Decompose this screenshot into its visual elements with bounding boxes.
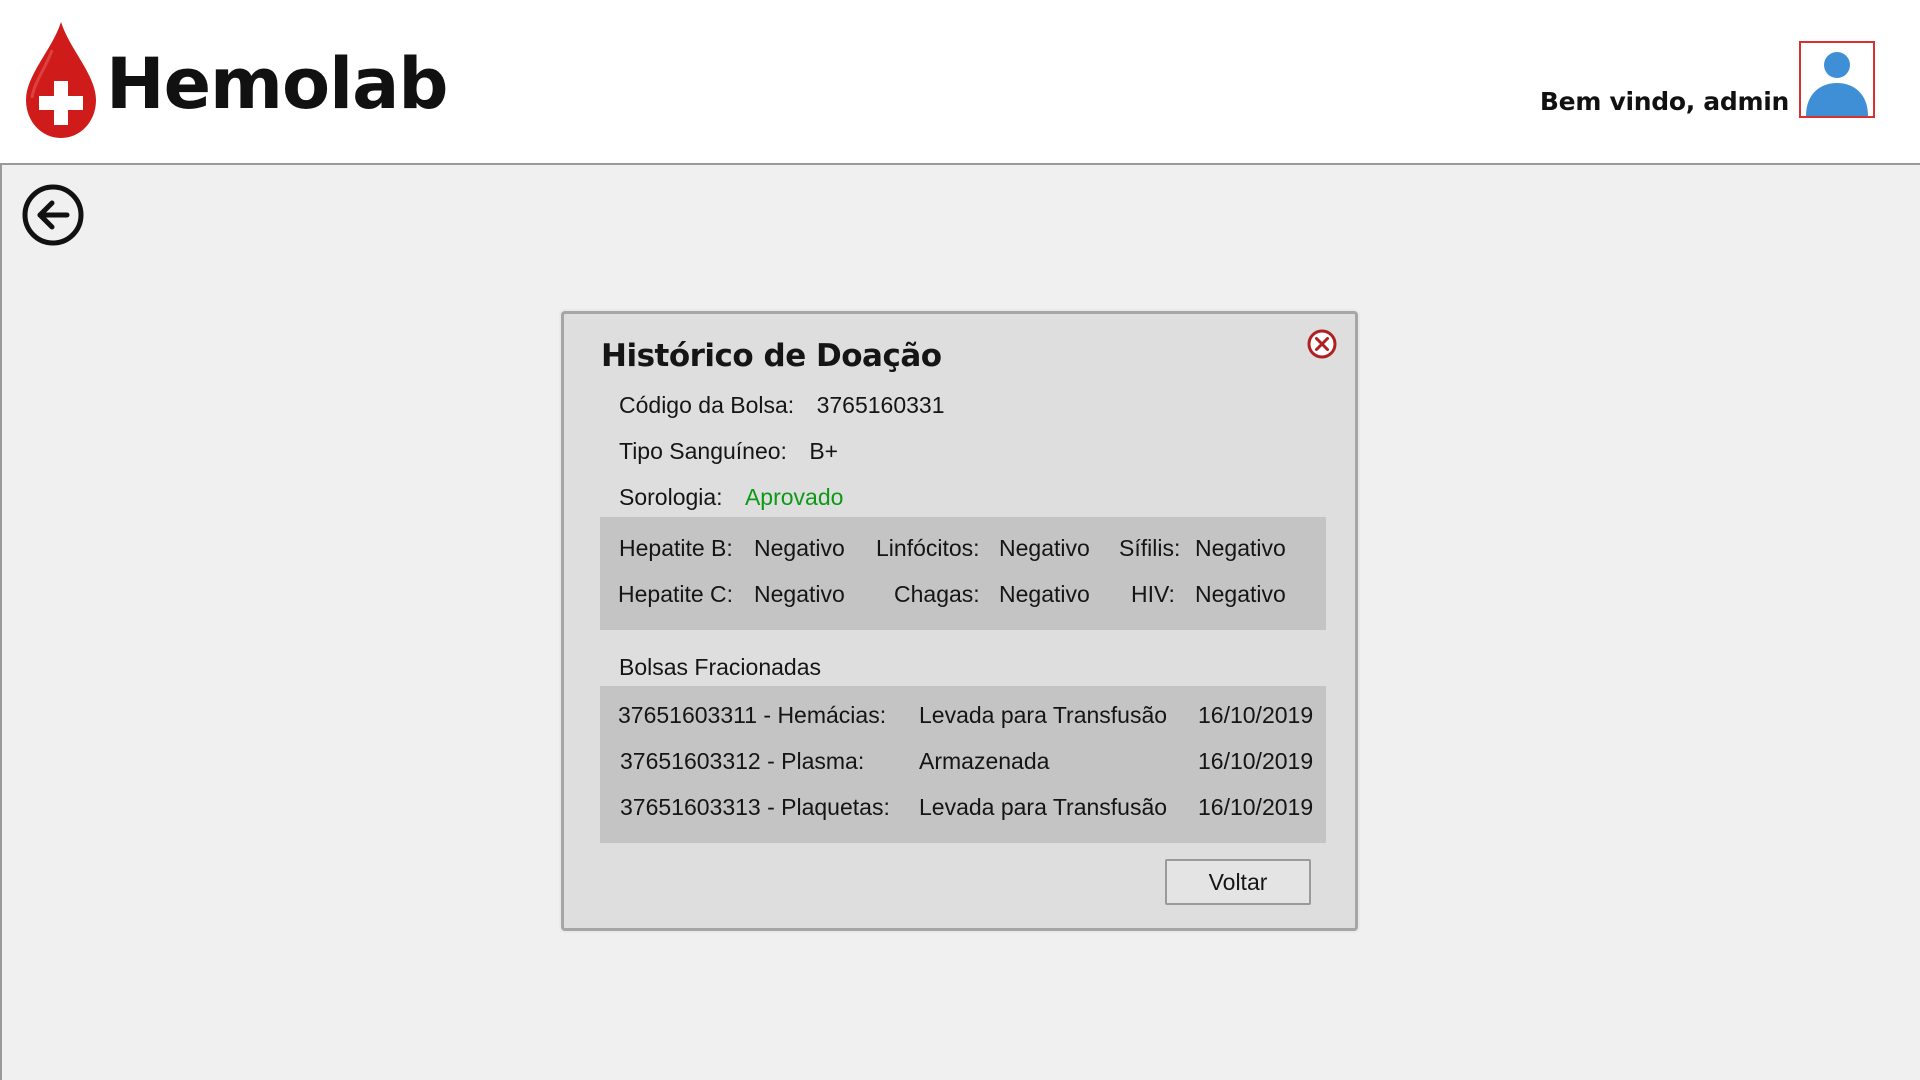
fraction-name: 37651603313 - Plaquetas: [620, 794, 890, 820]
test-label: HIV: [1131, 581, 1175, 607]
sorologia-row: Sorologia: Aprovado [619, 484, 843, 511]
fraction-date: 16/10/2019 [1198, 794, 1314, 820]
test-label: Chagas: [894, 581, 980, 607]
codigo-value: 3765160331 [816, 392, 945, 418]
fractions-table: 37651603311 - Hemácias: Levada para Tran… [600, 686, 1326, 843]
user-avatar-button[interactable] [1799, 41, 1875, 118]
fraction-name: 37651603312 - Plasma: [620, 748, 865, 774]
test-value: Negativo [754, 581, 845, 607]
test-value: Negativo [754, 535, 845, 561]
back-button[interactable] [21, 183, 85, 247]
dialog-title: Histórico de Doação [601, 338, 942, 374]
voltar-button[interactable]: Voltar [1165, 859, 1311, 905]
fraction-status: Levada para Transfusão [919, 702, 1168, 728]
app-name: Hemolab [106, 43, 448, 125]
app-header: Hemolab Bem vindo, admin [0, 0, 1920, 163]
fraction-date: 16/10/2019 [1198, 748, 1314, 774]
codigo-row: Código da Bolsa: 3765160331 [619, 392, 945, 419]
sorologia-value: Aprovado [744, 484, 844, 510]
test-label: Hepatite C: [618, 581, 734, 607]
app-logo: Hemolab [22, 20, 448, 140]
test-value: Negativo [1195, 581, 1286, 607]
tipo-value: B+ [809, 438, 839, 464]
user-icon [1806, 52, 1868, 116]
fraction-status: Armazenada [919, 748, 1050, 774]
test-value: Negativo [999, 535, 1090, 561]
fraction-date: 16/10/2019 [1198, 702, 1314, 728]
test-label: Sífilis: [1119, 535, 1181, 561]
arrow-left-circle-icon [22, 184, 84, 246]
close-button[interactable] [1305, 327, 1339, 361]
test-label: Hepatite B: [619, 535, 733, 561]
tipo-row: Tipo Sanguíneo: B+ [619, 438, 838, 465]
fraction-name: 37651603311 - Hemácias: [618, 702, 887, 728]
blood-drop-cross-icon [26, 22, 96, 138]
tipo-label: Tipo Sanguíneo: [619, 438, 787, 464]
codigo-label: Código da Bolsa: [619, 392, 795, 418]
sorologia-label: Sorologia: [619, 484, 723, 510]
test-value: Negativo [999, 581, 1090, 607]
donation-history-dialog: Histórico de Doação Código da Bolsa: 376… [561, 311, 1358, 931]
test-value: Negativo [1195, 535, 1286, 561]
test-label: Linfócitos: [876, 535, 980, 561]
fraction-status: Levada para Transfusão [919, 794, 1168, 820]
close-circle-icon [1307, 329, 1337, 359]
fracionadas-title: Bolsas Fracionadas [619, 654, 821, 680]
serology-panel: Hepatite B: Negativo Linfócitos: Negativ… [600, 517, 1326, 630]
welcome-text: Bem vindo, admin [1539, 87, 1789, 116]
